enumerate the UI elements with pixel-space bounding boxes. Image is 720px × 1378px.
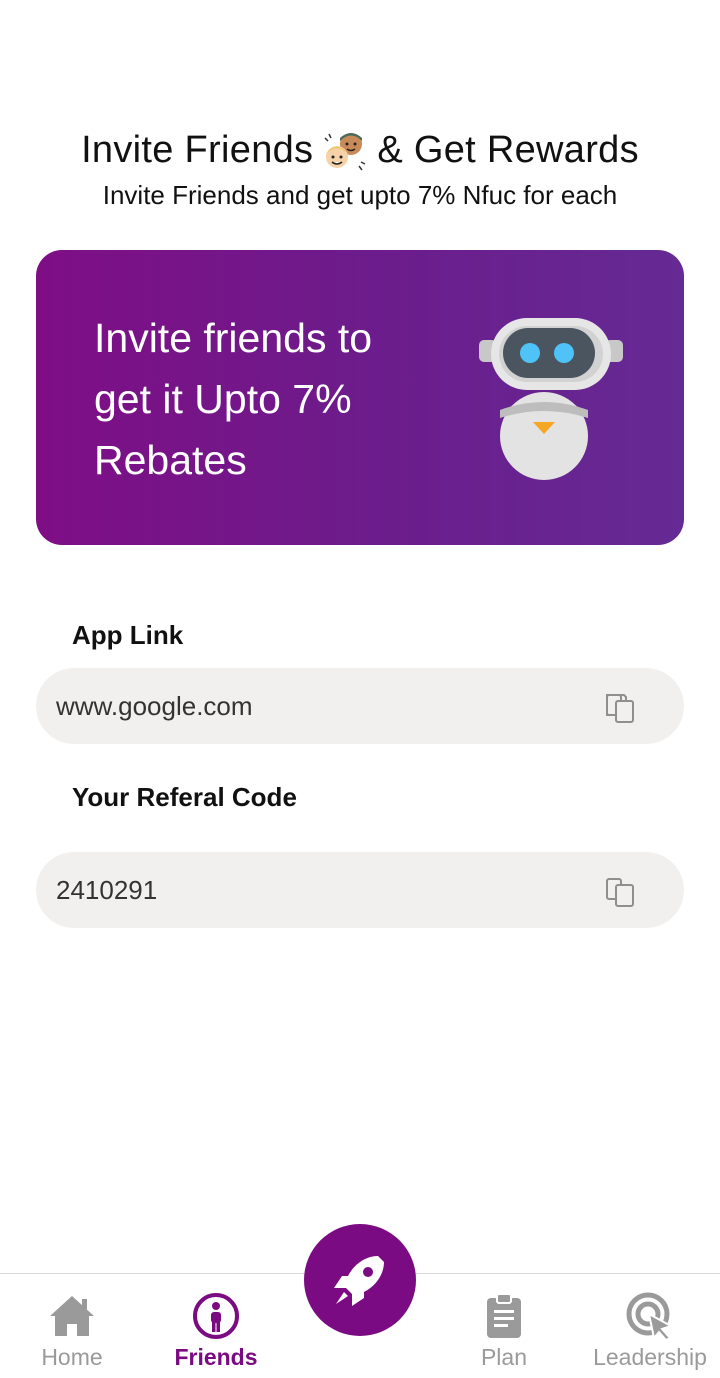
nav-item-leadership[interactable]: Leadership <box>580 1292 720 1371</box>
app-link-field[interactable]: www.google.com <box>36 668 684 744</box>
home-icon <box>50 1296 94 1336</box>
copy-icon[interactable] <box>602 689 638 725</box>
referral-code-field[interactable]: 2410291 <box>36 852 684 928</box>
nav-label-leadership: Leadership <box>593 1344 707 1370</box>
invite-banner: Invite friends to get it Upto 7% Rebates <box>36 250 684 545</box>
nav-label-plan: Plan <box>480 1344 528 1370</box>
rocket-icon <box>334 1256 384 1306</box>
banner-text: Invite friends to get it Upto 7% Rebates <box>94 308 454 491</box>
robot-icon <box>479 318 623 480</box>
referral-code-value: 2410291 <box>56 875 158 905</box>
friend-person-icon <box>193 1293 239 1339</box>
header: Invite Friends & Get Rewards Invite Frie… <box>0 128 720 211</box>
rocket-fab-button[interactable] <box>304 1224 416 1336</box>
nav-label-home: Home <box>41 1344 103 1370</box>
title-part1: Invite Friends <box>81 128 314 171</box>
invite-friends-screen: Invite Friends & Get Rewards Invite Frie… <box>0 0 720 1378</box>
nav-item-home[interactable]: Home <box>2 1292 142 1371</box>
referral-code-label: Your Referal Code <box>72 782 297 812</box>
cursor-click-icon <box>626 1292 674 1340</box>
page-subtitle: Invite Friends and get upto 7% Nfuc for … <box>102 180 618 210</box>
banner-line-3: Rebates <box>94 437 247 483</box>
banner-line-1: Invite friends to <box>94 315 373 361</box>
friends-emoji-icon <box>324 133 366 171</box>
nav-label-friends: Friends <box>174 1344 258 1370</box>
title-part2: & Get Rewards <box>377 128 639 171</box>
app-link-value: www.google.com <box>56 691 253 721</box>
copy-icon[interactable] <box>602 873 638 909</box>
page-title: Invite Friends & Get Rewards <box>81 128 639 172</box>
banner-line-2: get it Upto 7% <box>94 376 352 422</box>
clipboard-icon <box>487 1293 521 1338</box>
nav-item-friends[interactable]: Friends <box>146 1292 286 1371</box>
nav-item-plan[interactable]: Plan <box>434 1292 574 1371</box>
app-link-label: App Link <box>72 620 184 650</box>
